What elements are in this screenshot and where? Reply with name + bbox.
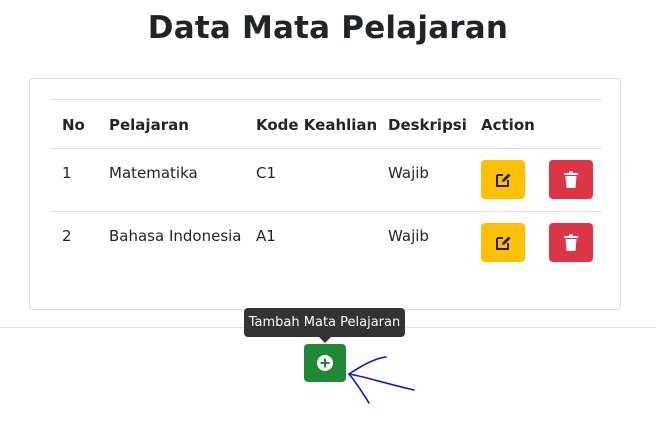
cell-pelajaran: Bahasa Indonesia <box>109 227 242 245</box>
trash-icon <box>564 234 578 251</box>
edit-button[interactable] <box>481 223 525 262</box>
cell-no: 1 <box>62 164 72 182</box>
table-row: 1 Matematika C1 Wajib <box>50 148 601 211</box>
cell-pelajaran: Matematika <box>109 164 198 182</box>
tooltip-arrow <box>319 337 331 343</box>
table-header-row: No Pelajaran Kode Keahlian Deskripsi Act… <box>50 99 601 148</box>
edit-button[interactable] <box>481 160 525 199</box>
page-title: Data Mata Pelajaran <box>147 10 509 46</box>
cell-deskripsi: Wajib <box>388 164 429 182</box>
header-no: No <box>62 116 85 134</box>
hand-drawn-arrow-annotation <box>348 356 415 404</box>
cell-no: 2 <box>62 227 72 245</box>
subjects-table: No Pelajaran Kode Keahlian Deskripsi Act… <box>50 99 601 274</box>
cell-kode: C1 <box>256 164 277 182</box>
delete-button[interactable] <box>549 223 593 262</box>
header-kode-keahlian: Kode Keahlian <box>256 116 378 134</box>
header-pelajaran: Pelajaran <box>109 116 189 134</box>
cell-deskripsi: Wajib <box>388 227 429 245</box>
table-card: No Pelajaran Kode Keahlian Deskripsi Act… <box>29 78 621 310</box>
add-tooltip: Tambah Mata Pelajaran <box>244 308 405 337</box>
delete-button[interactable] <box>549 160 593 199</box>
cell-kode: A1 <box>256 227 276 245</box>
plus-circle-icon <box>317 355 333 371</box>
table-row: 2 Bahasa Indonesia A1 Wajib <box>50 211 601 274</box>
header-action: Action <box>481 116 535 134</box>
edit-icon <box>496 236 511 250</box>
edit-icon <box>496 173 511 187</box>
trash-icon <box>564 171 578 188</box>
header-deskripsi: Deskripsi <box>388 116 467 134</box>
